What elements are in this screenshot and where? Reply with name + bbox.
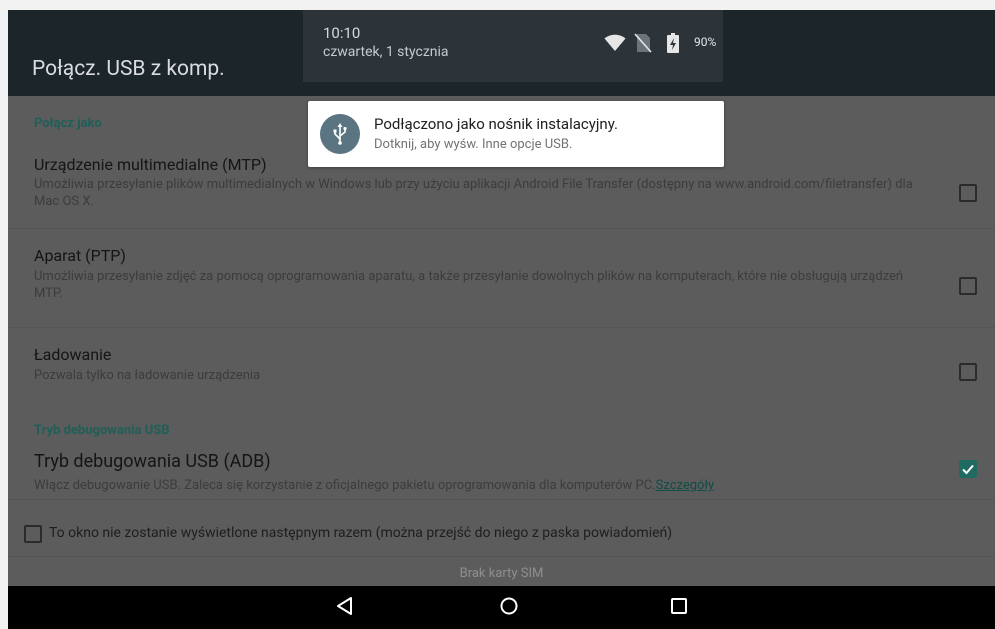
notification-subtitle: Dotknij, aby wyśw. Inne opcje USB. [374,137,573,152]
navigation-bar [8,586,995,629]
section-header-debug: Tryb debugowania USB [34,423,170,438]
option-ptp-description: Umożliwia przesyłanie zdjęć za pomocą op… [34,269,904,301]
recents-icon[interactable] [669,596,689,616]
option-charging-checkbox[interactable] [959,363,977,381]
dont-show-again-checkbox[interactable] [24,525,42,543]
sim-status: Brak karty SIM [459,566,544,581]
wifi-icon [604,34,626,51]
option-ptp-title: Aparat (PTP) [34,246,126,265]
status-date: czwartek, 1 stycznia [323,44,449,60]
notification-title: Podłączono jako nośnik instalacyjny. [374,115,618,133]
option-mtp-description: Umożliwia przesyłanie plików multimedial… [34,177,913,209]
option-adb-description-text: Włącz debugowanie USB. Zaleca się korzys… [34,478,656,493]
status-time: 10:10 [323,24,361,42]
section-header-connect-as: Połącz jako [34,116,102,131]
no-sim-icon [634,33,652,53]
option-mtp-checkbox[interactable] [959,184,977,202]
divider [8,228,995,229]
option-charging-title: Ładowanie [34,345,112,364]
divider [8,327,995,328]
divider [8,556,995,557]
option-mtp-title: Urządzenie multimedialne (MTP) [34,155,267,174]
battery-charging-icon [667,33,679,53]
divider [8,499,995,500]
page-title: Połącz. USB z komp. [32,57,225,81]
details-link[interactable]: Szczegóły [656,478,715,493]
dont-show-again-label: To okno nie zostanie wyświetlone następn… [49,525,673,541]
usb-connection-screen: Połącz. USB z komp. Połącz jako Urządzen… [8,10,995,629]
option-ptp-checkbox[interactable] [959,277,977,295]
usb-symbol [333,123,347,145]
usb-notification[interactable]: Podłączono jako nośnik instalacyjny. Dot… [308,101,724,167]
option-charging-description: Pozwala tylko na ładowanie urządzenia [34,368,261,383]
option-adb-title: Tryb debugowania USB (ADB) [34,451,271,472]
option-adb-checkbox[interactable] [959,460,977,478]
home-icon[interactable] [499,596,519,616]
battery-percentage: 90% [694,35,717,49]
usb-icon [320,114,360,154]
back-icon[interactable] [335,596,355,616]
check-icon [962,464,974,475]
option-adb-description: Włącz debugowanie USB. Zaleca się korzys… [34,477,914,494]
